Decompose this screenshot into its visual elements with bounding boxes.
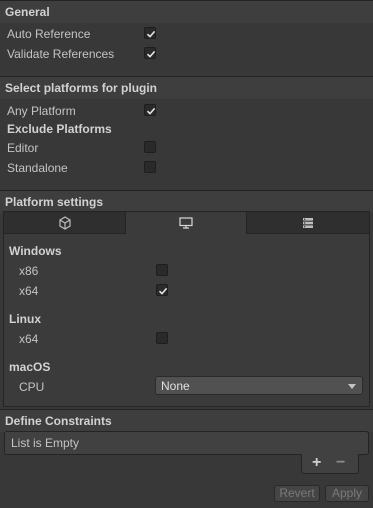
linux-x64-checkbox[interactable]: [156, 332, 168, 344]
monitor-icon: [179, 217, 193, 229]
validate-references-label: Validate References: [7, 47, 115, 61]
linux-title: Linux: [9, 312, 41, 326]
validate-references-checkbox[interactable]: [144, 47, 156, 59]
constraints-list: List is Empty: [4, 431, 369, 455]
define-constraints-header: Define Constraints: [0, 409, 373, 432]
checkmark-icon: [146, 107, 156, 115]
platform-settings-title: Platform settings: [5, 195, 104, 209]
windows-x86-checkbox[interactable]: [156, 264, 168, 276]
checkmark-icon: [158, 287, 168, 295]
list-empty-text: List is Empty: [11, 436, 80, 450]
cpu-dropdown[interactable]: None: [155, 376, 363, 395]
define-constraints-title: Define Constraints: [5, 414, 112, 428]
macos-title: macOS: [9, 360, 51, 374]
standalone-checkbox[interactable]: [144, 161, 156, 173]
any-platform-checkbox[interactable]: [144, 104, 156, 116]
exclude-platforms-title: Exclude Platforms: [7, 122, 112, 136]
tab-server[interactable]: [247, 212, 369, 234]
windows-x64-checkbox[interactable]: [156, 284, 168, 296]
general-header: General: [0, 0, 373, 23]
general-title: General: [5, 5, 50, 19]
list-footer: + −: [301, 454, 359, 474]
standalone-label: Standalone: [7, 161, 68, 175]
checkmark-icon: [146, 30, 156, 38]
auto-reference-label: Auto Reference: [7, 27, 91, 41]
linux-x64-label: x64: [19, 332, 39, 346]
windows-x64-label: x64: [19, 284, 39, 298]
tab-unity[interactable]: [4, 212, 125, 234]
cpu-label: CPU: [19, 380, 45, 394]
remove-button[interactable]: −: [336, 454, 345, 472]
server-icon: [303, 217, 313, 228]
unity-icon: [58, 215, 71, 230]
tab-standalone[interactable]: [125, 212, 247, 234]
chevron-down-icon: [348, 384, 356, 389]
revert-button[interactable]: Revert: [274, 485, 320, 502]
platform-settings-header: Platform settings: [0, 190, 373, 213]
any-platform-label: Any Platform: [7, 104, 76, 118]
editor-label: Editor: [7, 141, 39, 155]
apply-button[interactable]: Apply: [325, 485, 369, 502]
platforms-header: Select platforms for plugin: [0, 76, 373, 99]
checkmark-icon: [146, 50, 156, 58]
cpu-dropdown-value: None: [161, 379, 190, 393]
add-button[interactable]: +: [312, 454, 321, 472]
platforms-title: Select platforms for plugin: [5, 81, 158, 95]
windows-x86-label: x86: [19, 264, 39, 278]
editor-checkbox[interactable]: [144, 141, 156, 153]
windows-title: Windows: [9, 244, 62, 258]
auto-reference-checkbox[interactable]: [144, 27, 156, 39]
